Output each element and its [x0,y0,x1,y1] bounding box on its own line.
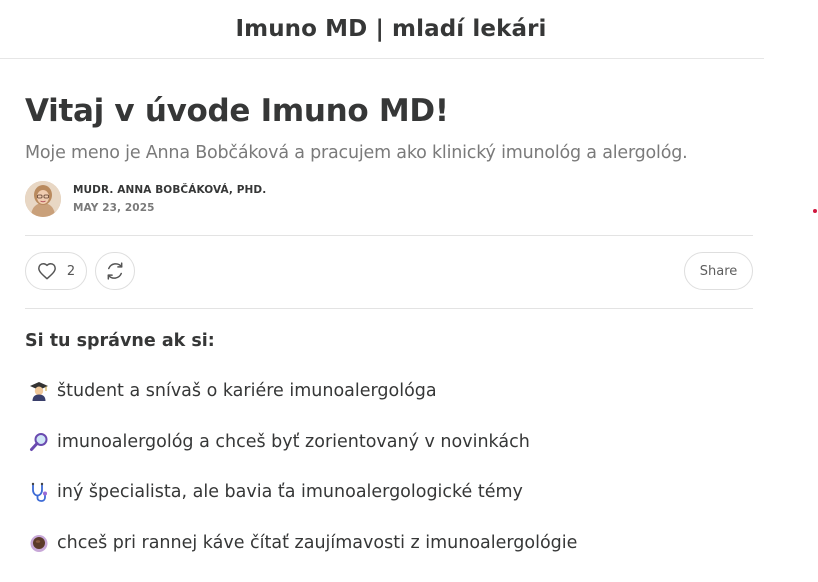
share-button[interactable]: Share [684,252,753,290]
refresh-icon [105,261,125,281]
list-item-text: chceš pri rannej káve čítať zaujímavosti… [57,532,577,554]
intro-heading: Si tu správne ak si: [25,331,215,351]
scroll-indicator-dot [813,209,817,213]
site-title[interactable]: Imuno MD | mladí lekári [235,16,546,42]
coffee-cup-icon [29,533,49,553]
post-title: Vitaj v úvode Imuno MD! [25,92,753,130]
post: Vitaj v úvode Imuno MD! Moje meno je Ann… [25,92,753,164]
list-item: chceš pri rannej káve čítať zaujímavosti… [25,532,577,582]
divider [25,308,753,309]
author-avatar[interactable] [25,181,61,217]
top-bar: Imuno MD | mladí lekári [0,0,764,59]
post-subtitle: Moje meno je Anna Bobčáková a pracujem a… [25,142,753,164]
author-name[interactable]: MUDR. ANNA BOBČÁKOVÁ, PHD. [73,184,266,196]
list-item: iný špecialista, ale bavia ťa imunoalerg… [25,481,577,532]
student-emoji-icon [29,381,49,401]
stethoscope-icon [29,482,49,502]
divider [25,235,753,236]
byline: MUDR. ANNA BOBČÁKOVÁ, PHD. MAY 23, 2025 [25,181,266,217]
list-item-text: iný špecialista, ale bavia ťa imunoalerg… [57,481,523,503]
like-button[interactable]: 2 [25,252,87,290]
audience-list: študent a snívaš o kariére imunoalergoló… [25,380,577,582]
restack-button[interactable] [95,252,135,290]
byline-text: MUDR. ANNA BOBČÁKOVÁ, PHD. MAY 23, 2025 [73,184,266,214]
post-actions: 2 Share [25,252,753,292]
post-date: MAY 23, 2025 [73,202,266,214]
list-item: imunoalergológ a chceš byť zorientovaný … [25,431,577,482]
magnifying-glass-icon [29,432,49,452]
like-count: 2 [67,264,75,279]
list-item-text: študent a snívaš o kariére imunoalergoló… [57,380,437,402]
list-item: študent a snívaš o kariére imunoalergoló… [25,380,577,431]
list-item-text: imunoalergológ a chceš byť zorientovaný … [57,431,530,453]
heart-icon [37,262,57,280]
